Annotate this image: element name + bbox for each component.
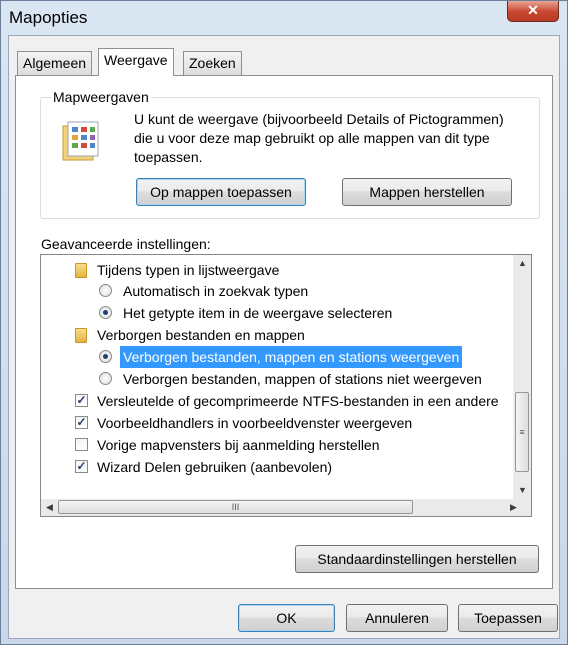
tab-zoeken[interactable]: Zoeken [183, 51, 242, 75]
folder-options-window: Mapopties ✕ Algemeen Weergave Zoeken Map… [0, 0, 568, 645]
close-button[interactable]: ✕ [507, 1, 559, 22]
window-title: Mapopties [9, 8, 88, 27]
checkbox-checked[interactable]: ✓ [75, 460, 88, 473]
scroll-right-icon[interactable]: ▶ [505, 499, 522, 516]
folder-views-description: U kunt de weergave (bijvoorbeeld Details… [134, 111, 504, 165]
folder-icon [75, 263, 87, 278]
list-item-label: Vorige mapvensters bij aanmelding herste… [97, 437, 380, 453]
radio-button-checked[interactable] [99, 350, 112, 363]
title-bar[interactable]: Mapopties ✕ [1, 1, 567, 35]
advanced-settings-list[interactable]: Tijdens typen in lijstweergave Automatis… [40, 254, 532, 517]
scroll-left-icon[interactable]: ◀ [41, 499, 58, 516]
list-item-label: Verborgen bestanden en mappen [97, 327, 305, 343]
scroll-down-icon[interactable]: ▼ [514, 482, 531, 499]
list-item-label: Voorbeeldhandlers in voorbeeldvenster we… [97, 415, 413, 431]
list-item-label: Versleutelde of gecomprimeerde NTFS-best… [97, 393, 499, 409]
list-item-label: Verborgen bestanden, mappen en stations … [120, 346, 463, 368]
radio-button[interactable] [99, 372, 112, 385]
list-item-label: Het getypte item in de weergave selecter… [123, 305, 393, 321]
advanced-settings-label: Geavanceerde instellingen: [41, 236, 211, 252]
checkbox-checked[interactable]: ✓ [75, 416, 88, 429]
apply-to-folders-button[interactable]: Op mappen toepassen [136, 178, 306, 206]
horizontal-scroll-thumb[interactable]: III [58, 500, 413, 514]
folder-views-icon [62, 121, 99, 161]
checkbox-checked[interactable]: ✓ [75, 394, 88, 407]
restore-defaults-button[interactable]: Standaardinstellingen herstellen [295, 545, 539, 573]
scroll-up-icon[interactable]: ▲ [514, 255, 531, 272]
tab-weergave[interactable]: Weergave [98, 48, 174, 76]
reset-folders-button[interactable]: Mappen herstellen [342, 178, 512, 206]
list-item-label: Automatisch in zoekvak typen [123, 283, 309, 299]
ok-button[interactable]: OK [238, 604, 335, 632]
list-item-label: Verborgen bestanden, mappen of stations … [123, 371, 482, 387]
tab-algemeen[interactable]: Algemeen [17, 51, 93, 75]
folder-views-legend: Mapweergaven [51, 89, 151, 105]
horizontal-scrollbar[interactable]: ◀ III ▶ [41, 499, 531, 516]
apply-button[interactable]: Toepassen [458, 604, 558, 632]
checkbox[interactable] [75, 438, 88, 451]
radio-button-checked[interactable] [99, 306, 112, 319]
vertical-scrollbar[interactable]: ▲ ≡ ▼ [513, 255, 531, 499]
list-item-label: Wizard Delen gebruiken (aanbevolen) [97, 459, 333, 475]
cancel-button[interactable]: Annuleren [346, 604, 448, 632]
vertical-scroll-thumb[interactable]: ≡ [515, 392, 529, 472]
list-item-label: Tijdens typen in lijstweergave [97, 262, 280, 278]
folder-icon [75, 328, 87, 343]
radio-button[interactable] [99, 284, 112, 297]
